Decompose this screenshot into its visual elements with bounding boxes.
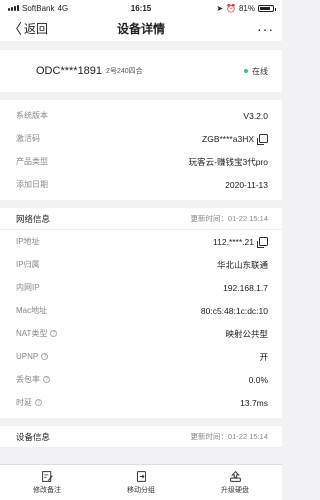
- help-icon[interactable]: ?: [50, 330, 58, 337]
- carrier-info: SoftBank 4G: [8, 4, 68, 13]
- battery-icon: [258, 4, 276, 12]
- net-row-ip: IP地址 112.****.21: [0, 230, 282, 253]
- net-label: 时延: [16, 398, 32, 407]
- net-label: IP归属: [16, 260, 40, 269]
- signal-icon: [8, 5, 19, 11]
- net-value: 13.7ms: [240, 397, 268, 408]
- info-label: 激活码: [16, 134, 40, 143]
- edit-note-button[interactable]: 修改备注: [0, 465, 94, 500]
- net-row-latency: 时延 ? 13.7ms: [0, 391, 282, 414]
- info-row-product-type: 产品类型 玩客云-赚钱宝3代pro: [0, 150, 282, 173]
- section-title: 网络信息: [16, 213, 51, 224]
- net-label: NAT类型: [16, 329, 48, 338]
- move-group-icon: [136, 471, 146, 482]
- net-value-wrap: 112.****.21: [213, 236, 268, 248]
- net-row-mac: Mac地址 80:c5:48:1c:dc:10: [0, 299, 282, 322]
- net-value: 0.0%: [248, 374, 268, 385]
- net-label: 丢包率: [16, 375, 40, 384]
- battery-percent: 81%: [238, 3, 255, 13]
- status-right: ➤ ⏰ 81%: [216, 3, 276, 13]
- info-value: 2020-11-13: [225, 179, 268, 190]
- tab-label: 移动分组: [127, 487, 155, 494]
- help-icon[interactable]: ?: [35, 399, 42, 406]
- help-icon[interactable]: ?: [41, 353, 49, 360]
- online-dot-icon: [244, 69, 248, 73]
- net-value: 华北山东联通: [216, 259, 268, 270]
- net-label: UPNP: [16, 352, 39, 361]
- upgrade-disk-icon: [229, 470, 241, 482]
- net-label-wrap: 丢包率 ?: [16, 374, 50, 385]
- status-text: 在线: [252, 66, 268, 76]
- status-bar: SoftBank 4G 16:15 ➤ ⏰ 81%: [0, 0, 282, 16]
- info-row-added-date: 添加日期 2020-11-13: [0, 173, 282, 196]
- info-value: 玩客云-赚钱宝3代pro: [188, 156, 268, 167]
- network-type: 4G: [57, 3, 69, 13]
- net-label-wrap: 时延 ?: [16, 397, 42, 408]
- net-value: 80:c5:48:1c:dc:10: [200, 305, 268, 316]
- section-title: 设备信息: [16, 431, 51, 442]
- info-row-activation-code: 激活码 ZGB****a3HX: [0, 127, 282, 150]
- info-label: 系统版本: [16, 111, 48, 120]
- info-label: 产品类型: [16, 157, 48, 166]
- net-value: 192.168.1.7: [223, 282, 268, 293]
- alarm-icon: ⏰: [226, 3, 236, 13]
- copy-icon[interactable]: [257, 237, 268, 248]
- info-value-wrap: ZGB****a3HX: [202, 133, 268, 145]
- update-time: 更新时间：01-22 15:14: [190, 214, 268, 223]
- device-section-header: 设备信息 更新时间：01-22 15:14: [0, 426, 282, 448]
- device-info-card: 设备信息 更新时间：01-22 15:14: [0, 426, 282, 448]
- info-row-version: 系统版本 V3.2.0: [0, 104, 282, 127]
- copy-icon[interactable]: [257, 134, 268, 145]
- net-row-upnp: UPNP ? 开: [0, 345, 282, 368]
- net-row-ip-location: IP归属 华北山东联通: [0, 253, 282, 276]
- back-label: 返回: [24, 22, 49, 36]
- network-section-header: 网络信息 更新时间：01-22 15:14: [0, 208, 282, 230]
- device-header: ODC****1891 2号240四合 在线: [0, 50, 282, 92]
- upgrade-disk-button[interactable]: 升级硬盘: [188, 465, 282, 500]
- info-value: ZGB****a3HX: [202, 133, 254, 144]
- chevron-left-icon: 〈: [8, 20, 22, 37]
- info-label: 添加日期: [16, 180, 48, 189]
- move-group-button[interactable]: 移动分组: [94, 465, 188, 500]
- net-label: IP地址: [16, 237, 40, 246]
- network-info-card: 网络信息 更新时间：01-22 15:14 IP地址 112.****.21 I…: [0, 208, 282, 418]
- update-time: 更新时间：01-22 15:14: [190, 432, 268, 441]
- info-value: V3.2.0: [243, 110, 268, 121]
- net-label: Mac地址: [16, 306, 48, 315]
- carrier-name: SoftBank: [22, 3, 55, 13]
- net-label-wrap: NAT类型 ?: [16, 328, 58, 339]
- location-icon: ➤: [216, 3, 224, 13]
- net-row-packet-loss: 丢包率 ? 0.0%: [0, 368, 282, 391]
- net-label-wrap: UPNP ?: [16, 352, 49, 361]
- tab-label: 修改备注: [33, 487, 61, 494]
- bottom-action-bar: 修改备注 移动分组 升级硬盘: [0, 464, 282, 500]
- net-value: 112.****.21: [213, 236, 254, 247]
- status-badge: 在线: [244, 66, 268, 77]
- basic-info-card: 系统版本 V3.2.0 激活码 ZGB****a3HX 产品类型 玩客云-赚钱宝…: [0, 100, 282, 200]
- battery-fill: [260, 6, 270, 10]
- net-value: 开: [259, 351, 268, 362]
- net-row-nat: NAT类型 ? 映射公共型: [0, 322, 282, 345]
- device-name: ODC****1891: [36, 65, 103, 77]
- edit-note-icon: [41, 471, 53, 482]
- navigation-bar: 〈 返回 设备详情 ···: [0, 16, 282, 42]
- net-row-lan-ip: 内网IP 192.168.1.7: [0, 276, 282, 299]
- device-model: 2号240四合: [106, 68, 143, 75]
- tab-label: 升级硬盘: [221, 487, 249, 494]
- help-icon[interactable]: ?: [43, 376, 50, 383]
- back-button[interactable]: 〈 返回: [8, 20, 48, 37]
- net-label: 内网IP: [16, 283, 40, 292]
- net-value: 映射公共型: [225, 328, 268, 339]
- more-button[interactable]: ···: [257, 21, 274, 37]
